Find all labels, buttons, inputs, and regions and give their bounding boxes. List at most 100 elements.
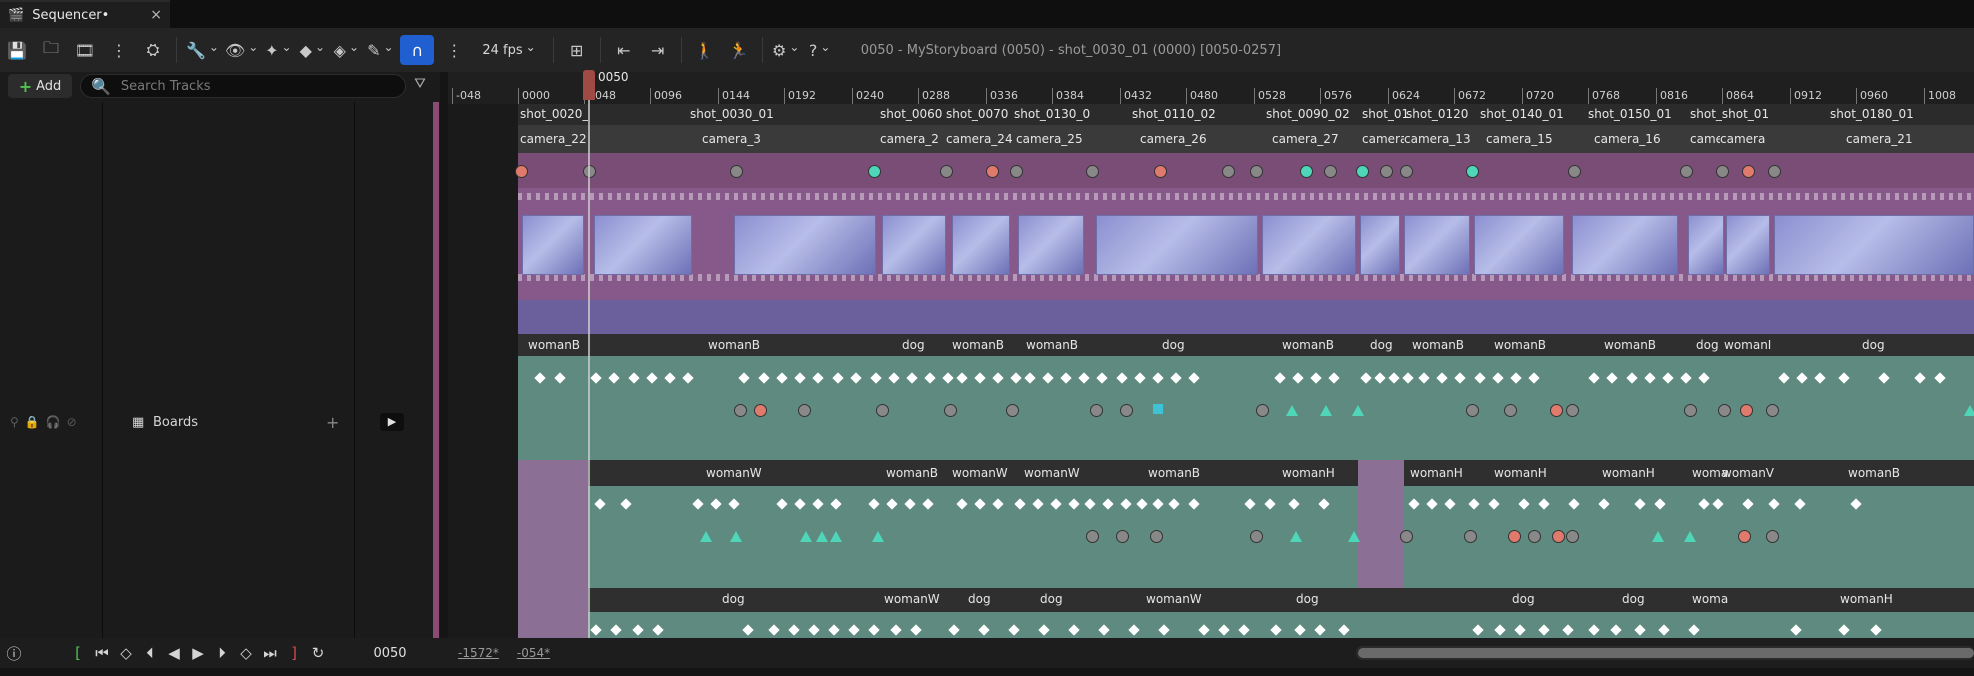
camera-label[interactable]: camera_13 — [1404, 129, 1475, 149]
track-section-label[interactable]: womanB — [1148, 463, 1200, 483]
camera-key[interactable] — [1716, 165, 1729, 178]
step-back-frame-icon[interactable]: ⏴ — [138, 641, 162, 665]
transform-icon[interactable]: ✦ — [264, 35, 292, 65]
keyframe[interactable] — [1652, 531, 1664, 542]
track-section-label[interactable]: dog — [1862, 335, 1885, 355]
add-track-button[interactable]: + Add — [8, 74, 72, 98]
playhead[interactable] — [583, 70, 595, 100]
track-section-label[interactable]: womanB — [1282, 335, 1334, 355]
camera-key[interactable] — [1250, 165, 1263, 178]
track-section-label[interactable]: womanH — [1410, 463, 1463, 483]
play-reverse-icon[interactable]: ◀ — [162, 641, 186, 665]
camera-key[interactable] — [1466, 165, 1479, 178]
track-state-icons[interactable]: ⚲🔒🎧⊘ — [10, 415, 83, 429]
camera-key[interactable] — [1222, 165, 1235, 178]
keyframe[interactable] — [1550, 404, 1563, 417]
track-section-label[interactable]: womanB — [708, 335, 760, 355]
track-section-label[interactable]: dog — [1696, 335, 1719, 355]
fps-select[interactable]: 24 fps — [474, 35, 543, 65]
camera-label[interactable]: camera_22 — [520, 129, 591, 149]
track-section-label[interactable]: womanW — [1146, 589, 1202, 609]
keyframe[interactable] — [872, 531, 884, 542]
current-frame[interactable]: 0050 — [350, 646, 430, 661]
camera-key[interactable] — [1154, 165, 1167, 178]
gear-icon[interactable]: ⚙ — [772, 35, 800, 65]
track-section-label[interactable]: womanB — [952, 335, 1004, 355]
keyframe[interactable] — [1352, 405, 1364, 416]
track-section-label[interactable]: womanW — [1024, 463, 1080, 483]
storyboard-thumbnail[interactable] — [1572, 215, 1678, 275]
next-key-icon[interactable]: ◇ — [234, 641, 258, 665]
jump-start-icon[interactable]: ⏮ — [90, 641, 114, 665]
track-section-label[interactable]: womanB — [1494, 335, 1546, 355]
keyframe[interactable] — [830, 531, 842, 542]
camera-cut-icon[interactable]: ▶ — [380, 413, 404, 431]
keyframe[interactable] — [1286, 405, 1298, 416]
storyboard-thumbnail[interactable] — [522, 215, 584, 275]
camera-label[interactable]: camera — [1720, 129, 1770, 149]
track-section-label[interactable]: dog — [1040, 589, 1063, 609]
filter-icon[interactable]: ⛛ — [410, 76, 430, 96]
storyboard-thumbnail[interactable] — [1774, 215, 1974, 275]
shot-label[interactable]: shot_0130_0 — [1014, 104, 1090, 124]
set-end-icon[interactable]: ] — [282, 641, 306, 665]
shot-label[interactable]: shot_0140_01 — [1480, 104, 1564, 124]
track-section-label[interactable]: dog — [968, 589, 991, 609]
camera-label[interactable]: camera_24 — [946, 129, 1017, 149]
camera-key[interactable] — [1400, 165, 1413, 178]
shot-label[interactable]: shot_0030_01 — [690, 104, 774, 124]
storyboard-thumbnail[interactable] — [1474, 215, 1564, 275]
key-icon[interactable]: ◆ — [298, 35, 326, 65]
shot-label[interactable]: shot_0020_ — [520, 104, 588, 124]
render-icon[interactable]: ⛭ — [139, 35, 167, 65]
keyframe[interactable] — [816, 531, 828, 542]
track-section-label[interactable]: dog — [1512, 589, 1535, 609]
storyboard-thumbnail[interactable] — [1262, 215, 1356, 275]
track-section-label[interactable]: dog — [1162, 335, 1185, 355]
step-forward-frame-icon[interactable]: ⏵ — [210, 641, 234, 665]
camera-key[interactable] — [1010, 165, 1023, 178]
track-section-label[interactable]: womanH — [1282, 463, 1335, 483]
track-section-label[interactable]: womanW — [706, 463, 762, 483]
keyframe[interactable] — [1400, 530, 1413, 543]
track-section-label[interactable]: womanI — [1724, 335, 1771, 355]
track-section-label[interactable]: womanB — [528, 335, 580, 355]
keyframe[interactable] — [730, 531, 742, 542]
camera-key[interactable] — [986, 165, 999, 178]
shot-label[interactable]: shot_0120 — [1406, 104, 1468, 124]
storyboard-thumbnail[interactable] — [1096, 215, 1258, 275]
camera-key[interactable] — [868, 165, 881, 178]
track-section-label[interactable]: dog — [722, 589, 745, 609]
camera-key[interactable] — [1742, 165, 1755, 178]
storyboard-thumbnail[interactable] — [1360, 215, 1400, 275]
keyframe[interactable] — [700, 531, 712, 542]
keyframe[interactable] — [1150, 530, 1163, 543]
storyboard-thumbnail[interactable] — [1726, 215, 1770, 275]
wrench-icon[interactable]: 🔧 — [186, 35, 219, 65]
keyframe[interactable] — [1256, 404, 1269, 417]
track-section-label[interactable]: womanV — [1722, 463, 1774, 483]
track-section-label[interactable]: womanB — [886, 463, 938, 483]
keyframe[interactable] — [1684, 531, 1696, 542]
shot-label[interactable]: shot_0180_01 — [1830, 104, 1914, 124]
track-section-label[interactable]: womanW — [884, 589, 940, 609]
track-section-label[interactable]: dog — [902, 335, 925, 355]
storyboard-thumbnail[interactable] — [1688, 215, 1724, 275]
keyframe[interactable] — [1250, 530, 1263, 543]
step-fwd-icon[interactable]: ⇥ — [644, 35, 672, 65]
track-section-label[interactable]: dog — [1622, 589, 1645, 609]
info-icon[interactable]: ⓘ — [2, 641, 26, 665]
camera-key[interactable] — [1086, 165, 1099, 178]
shot-label[interactable]: shot_0110_02 — [1132, 104, 1216, 124]
keyframe[interactable] — [1718, 404, 1731, 417]
keyframe[interactable] — [798, 404, 811, 417]
tab-sequencer[interactable]: 🎬 Sequencer• × — [0, 0, 170, 28]
track-section-label[interactable]: womanH — [1840, 589, 1893, 609]
camera-key[interactable] — [1380, 165, 1393, 178]
camera-key[interactable] — [1768, 165, 1781, 178]
actor-icon[interactable]: 🚶 — [691, 35, 719, 65]
camera-key[interactable] — [515, 165, 528, 178]
more-icon[interactable]: ⋮ — [440, 35, 468, 65]
shot-label[interactable]: shot_0070 — [946, 104, 1008, 124]
search-input[interactable] — [118, 77, 403, 95]
